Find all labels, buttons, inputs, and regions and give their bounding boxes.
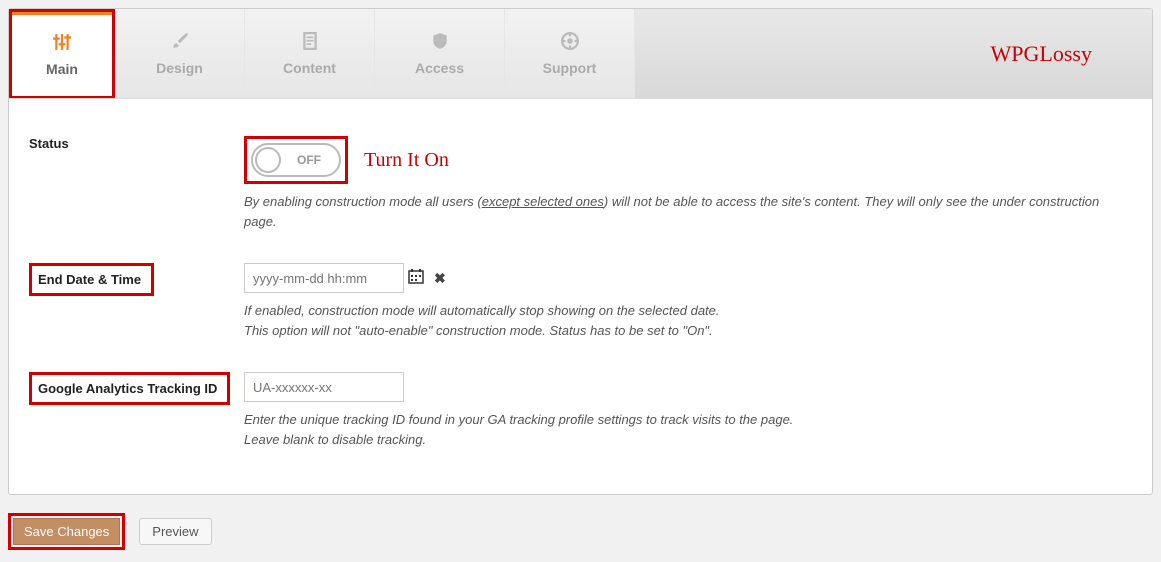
status-label: Status — [29, 124, 244, 251]
calendar-icon[interactable] — [408, 268, 424, 289]
enddate-description: If enabled, construction mode will autom… — [244, 301, 1132, 340]
highlight-enddate-label: End Date & Time — [29, 263, 154, 296]
status-annotation: Turn It On — [364, 149, 449, 172]
save-button[interactable]: Save Changes — [13, 518, 120, 545]
sliders-icon — [53, 33, 71, 51]
tab-content-label: Content — [283, 60, 336, 76]
ga-description: Enter the unique tracking ID found in yo… — [244, 410, 1132, 449]
tab-main-label: Main — [46, 61, 78, 77]
status-description: By enabling construction mode all users … — [244, 192, 1132, 231]
tab-design-label: Design — [156, 60, 203, 76]
tab-support[interactable]: Support — [505, 9, 635, 98]
tab-access-label: Access — [415, 60, 464, 76]
status-desc-link: except selected ones — [482, 194, 604, 209]
document-icon — [301, 32, 319, 50]
enddate-label: End Date & Time — [38, 272, 141, 287]
tab-content[interactable]: Content — [245, 9, 375, 98]
tab-main[interactable]: Main — [12, 12, 112, 96]
status-toggle[interactable]: OFF — [251, 143, 341, 177]
clear-date-icon[interactable]: ✖ — [434, 270, 446, 287]
toggle-knob — [255, 147, 281, 173]
highlight-tab-main: Main — [9, 9, 115, 98]
ga-desc-a: Enter the unique tracking ID found in yo… — [244, 412, 793, 427]
settings-form: Status OFF Turn It On — [9, 99, 1152, 494]
shield-icon — [431, 32, 449, 50]
enddate-input[interactable] — [244, 263, 404, 293]
brush-icon — [171, 32, 189, 50]
tab-support-label: Support — [543, 60, 597, 76]
status-desc-a: By enabling construction mode all users … — [244, 194, 482, 209]
footer-actions: Save Changes Preview — [0, 503, 1161, 562]
settings-panel: Main Design Content Access Support WPGLo… — [8, 8, 1153, 495]
enddate-desc-a: If enabled, construction mode will autom… — [244, 303, 720, 318]
ga-tracking-input[interactable] — [244, 372, 404, 402]
tab-bar: Main Design Content Access Support WPGLo… — [9, 9, 1152, 99]
highlight-status-toggle: OFF — [244, 136, 348, 184]
tab-design[interactable]: Design — [115, 9, 245, 98]
preview-button[interactable]: Preview — [139, 518, 211, 545]
highlight-save-button: Save Changes — [8, 513, 125, 550]
highlight-ga-label: Google Analytics Tracking ID — [29, 372, 230, 405]
brand-watermark: WPGLossy — [991, 41, 1092, 67]
lifebuoy-icon — [561, 32, 579, 50]
toggle-off-label: OFF — [281, 153, 337, 167]
ga-desc-b: Leave blank to disable tracking. — [244, 432, 426, 447]
enddate-desc-b: This option will not "auto-enable" const… — [244, 323, 713, 338]
tab-access[interactable]: Access — [375, 9, 505, 98]
ga-label: Google Analytics Tracking ID — [38, 381, 217, 396]
